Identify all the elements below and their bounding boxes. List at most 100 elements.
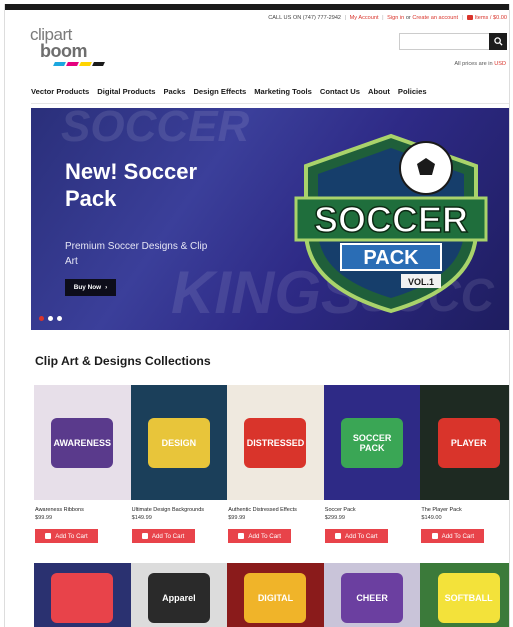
add-to-cart-button[interactable]: Add To Cart <box>131 529 195 543</box>
add-to-cart-button[interactable]: Add To Cart <box>324 529 388 543</box>
currency-note-text: All prices are in <box>454 61 493 67</box>
product-price: $99.99 <box>228 515 246 521</box>
cart-icon <box>141 533 148 539</box>
add-to-cart-label: Add To Cart <box>55 532 88 540</box>
collections-row-2: Apparel DIGITAL CHEER SOFTBALL <box>34 563 509 627</box>
add-to-cart-label: Add To Cart <box>345 532 378 540</box>
hero-bg-art: SOCCER <box>61 108 250 151</box>
product-art: PLAYER <box>437 417 500 468</box>
cart-icon <box>238 533 245 539</box>
logo-color-bars <box>53 62 105 66</box>
phone-text: CALL US ON (747) 777-2942 <box>268 15 342 21</box>
slider-dot[interactable] <box>48 316 53 321</box>
product-art: SOFTBALL <box>437 573 500 623</box>
badge-title: SOCCER <box>314 199 468 240</box>
nav-vector-products[interactable]: Vector Products <box>31 87 89 96</box>
product-name[interactable]: The Player Pack <box>420 507 509 513</box>
cart-icon <box>431 533 438 539</box>
search-box <box>399 33 507 50</box>
nav-policies[interactable]: Policies <box>398 87 427 96</box>
nav-contact-us[interactable]: Contact Us <box>320 87 360 96</box>
add-to-cart-label: Add To Cart <box>151 532 185 540</box>
add-to-cart-button[interactable]: Add To Cart <box>228 529 292 543</box>
site-logo[interactable]: clipart boom <box>30 26 110 72</box>
product-card: DISTRESSED Authentic Distressed Effects $9… <box>227 385 324 543</box>
hero-banner[interactable]: SOCCER KINGS SOCC New! Soccer Pack Premi… <box>31 108 509 330</box>
product-thumbnail[interactable]: SOCCER PACK <box>323 385 421 500</box>
product-price: $99.99 <box>35 515 53 521</box>
product-thumbnail[interactable] <box>34 563 131 627</box>
product-card: CHEER <box>323 563 421 627</box>
product-art: DISTRESSED <box>244 417 307 468</box>
product-art: Apparel <box>147 573 210 623</box>
arrow-right-icon: › <box>105 284 108 291</box>
product-card: SOCCER PACK Soccer Pack $299.99 Add To Cart <box>323 385 421 543</box>
product-price: $149.00 <box>421 515 442 521</box>
product-thumbnail[interactable]: AWARENESS <box>34 385 131 500</box>
product-art <box>51 573 114 623</box>
nav-divider <box>31 103 509 104</box>
product-thumbnail[interactable]: DISTRESSED <box>227 385 324 500</box>
product-card: DIGITAL <box>227 563 324 627</box>
product-card: DESIGN Ultimate Design Backgrounds $149.99… <box>130 385 228 543</box>
badge-vol: VOL.1 <box>408 277 434 287</box>
cart-link[interactable]: Items / $0.00 <box>475 15 507 21</box>
hero-title: New! Soccer Pack <box>65 159 198 211</box>
product-card: PLAYER The Player Pack $149.00 Add To Cart <box>420 385 509 543</box>
nav-digital-products[interactable]: Digital Products <box>97 87 155 96</box>
nav-design-effects[interactable]: Design Effects <box>193 87 246 96</box>
currency-link[interactable]: USD <box>494 61 506 67</box>
product-thumbnail[interactable]: SOFTBALL <box>420 563 509 627</box>
product-name[interactable]: Ultimate Design Backgrounds <box>131 507 228 513</box>
sign-in-link[interactable]: Sign in <box>387 15 404 21</box>
slider-dot[interactable] <box>57 316 62 321</box>
product-card: AWARENESS Awareness Ribbons $99.99 Add To C… <box>34 385 131 543</box>
badge-subtitle: PACK <box>363 247 419 269</box>
product-thumbnail[interactable]: PLAYER <box>420 385 509 500</box>
product-thumbnail[interactable]: DIGITAL <box>227 563 324 627</box>
product-price: $299.99 <box>324 515 346 521</box>
collections-row-1: AWARENESS Awareness Ribbons $99.99 Add To C… <box>34 385 509 543</box>
slider-dot[interactable] <box>39 316 44 321</box>
slider-dots <box>39 316 62 321</box>
page-frame: CALL US ON (747) 777-2942 | My Account |… <box>4 4 510 627</box>
create-account-link[interactable]: Create an account <box>412 15 458 21</box>
product-price: $149.99 <box>131 515 152 521</box>
search-icon <box>493 37 503 46</box>
product-card: SOFTBALL <box>420 563 509 627</box>
add-to-cart-button[interactable]: Add To Cart <box>421 529 485 543</box>
soccer-pack-badge: SOCCER PACK VOL.1 <box>294 133 488 314</box>
collections-title: Clip Art & Designs Collections <box>35 354 211 368</box>
product-art: DIGITAL <box>244 573 307 623</box>
product-thumbnail[interactable]: CHEER <box>323 563 421 627</box>
logo-text-boom: boom <box>40 41 88 61</box>
nav-about[interactable]: About <box>368 87 390 96</box>
main-nav: Vector Products Digital Products Packs D… <box>31 87 427 96</box>
product-name[interactable]: Soccer Pack <box>324 507 421 513</box>
cart-icon <box>335 533 341 539</box>
add-to-cart-button[interactable]: Add To Cart <box>35 529 98 543</box>
product-thumbnail[interactable]: Apparel <box>130 563 228 627</box>
product-art: AWARENESS <box>51 417 114 468</box>
product-name[interactable]: Awareness Ribbons <box>34 507 131 513</box>
product-name[interactable]: Authentic Distressed Effects <box>227 507 324 513</box>
nav-marketing-tools[interactable]: Marketing Tools <box>254 87 312 96</box>
top-strip <box>5 4 509 10</box>
product-card: Apparel <box>130 563 228 627</box>
hero-subtitle: Premium Soccer Designs & Clip Art <box>65 241 208 267</box>
cart-icon[interactable] <box>466 15 473 20</box>
my-account-link[interactable]: My Account <box>350 15 379 21</box>
search-input[interactable] <box>399 33 489 50</box>
product-art: CHEER <box>341 573 404 623</box>
currency-note: All prices are in USD <box>454 61 506 67</box>
search-button[interactable] <box>489 33 507 50</box>
product-art: DESIGN <box>147 417 210 468</box>
product-art: SOCCER PACK <box>341 417 404 468</box>
add-to-cart-label: Add To Cart <box>248 532 281 540</box>
add-to-cart-label: Add To Cart <box>441 532 475 540</box>
product-thumbnail[interactable]: DESIGN <box>130 385 228 500</box>
or-text: or <box>405 15 411 21</box>
nav-packs[interactable]: Packs <box>163 87 185 96</box>
buy-now-button[interactable]: Buy Now › <box>65 279 116 296</box>
cart-icon <box>45 533 52 539</box>
